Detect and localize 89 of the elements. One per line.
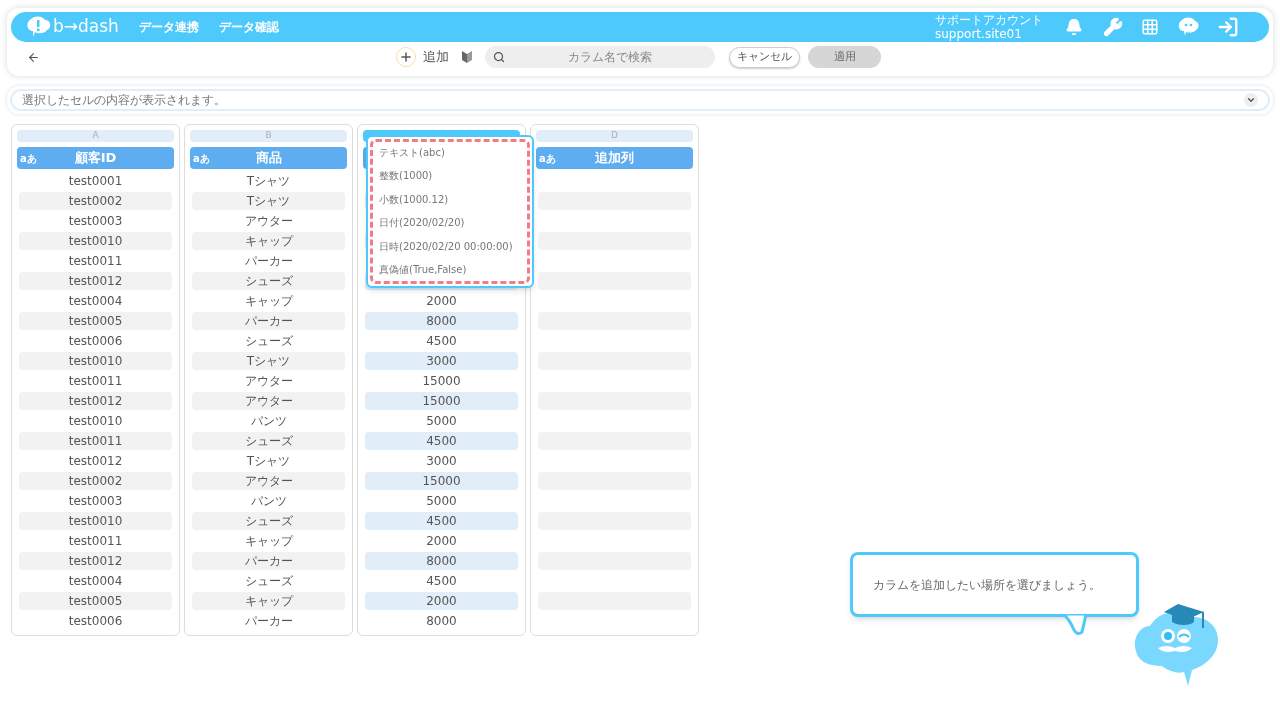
table-cell: シューズ xyxy=(192,432,345,450)
table-cell-text: Tシャツ xyxy=(245,453,292,470)
table-cell-text: 5000 xyxy=(425,493,458,510)
table-cell: 8000 xyxy=(365,552,518,570)
table-cell-text: 3000 xyxy=(425,453,458,470)
search-icon[interactable] xyxy=(493,51,505,63)
table-cell-text: 8000 xyxy=(425,613,458,630)
table-cell: 3000 xyxy=(365,352,518,370)
search-box[interactable]: カラム名で検索 xyxy=(485,46,715,68)
cell-display-field[interactable]: 選択したセルの内容が表示されます。 xyxy=(22,91,1244,109)
type-badge[interactable]: aあ xyxy=(193,150,210,166)
table-cell: test0011 xyxy=(19,432,172,450)
table-cell: パーカー xyxy=(192,552,345,570)
table-cell: test0012 xyxy=(19,392,172,410)
table-cell: アウター xyxy=(192,472,345,490)
table-cell-text: パーカー xyxy=(243,253,294,270)
type-option[interactable]: 日時(2020/02/20 00:00:00) xyxy=(379,239,521,254)
type-option[interactable]: 日付(2020/02/20) xyxy=(379,216,521,231)
table-cell-text: Tシャツ xyxy=(245,173,292,190)
table-cell-text: test0001 xyxy=(67,173,124,190)
table-cell: シューズ xyxy=(192,272,345,290)
table-cell-text: test0004 xyxy=(67,573,124,590)
table-cell-text: アウター xyxy=(243,213,294,230)
table-cell: test0005 xyxy=(19,312,172,330)
table-cell-text: test0003 xyxy=(67,213,124,230)
table-cell-text: シューズ xyxy=(243,333,294,350)
table-cell-text: test0006 xyxy=(67,333,124,350)
table-cell-text: 5000 xyxy=(425,413,458,430)
table-cell-text: test0004 xyxy=(67,293,124,310)
add-label[interactable]: 追加 xyxy=(423,47,449,67)
table-cell: test0012 xyxy=(19,552,172,570)
table-cell-text: キャップ xyxy=(243,533,295,550)
chevron-down-icon[interactable] xyxy=(1244,93,1258,107)
table-cell: Tシャツ xyxy=(192,192,345,210)
table-cell: test0010 xyxy=(19,232,172,250)
table-cell: キャップ xyxy=(192,592,345,610)
table-cell-text: 2000 xyxy=(425,533,458,550)
table-cell-text: パーカー xyxy=(243,613,294,630)
beginner-mark-icon[interactable] xyxy=(461,50,473,64)
back-icon[interactable] xyxy=(27,50,40,64)
type-option[interactable]: 真偽値(True,False) xyxy=(379,262,521,277)
search-field[interactable]: カラム名で検索 xyxy=(513,48,707,66)
table-cell-text: キャップ xyxy=(243,293,295,310)
type-badge[interactable]: aあ xyxy=(539,150,556,166)
table-cell: 8000 xyxy=(365,312,518,330)
cell-display-box[interactable]: 選択したセルの内容が表示されます。 xyxy=(10,89,1270,111)
table-cell-text: 2000 xyxy=(425,293,458,310)
table-cell-text: 4500 xyxy=(425,573,458,590)
table-cell: 2000 xyxy=(365,592,518,610)
table-cell-text: test0006 xyxy=(67,613,124,630)
table-cell: test0012 xyxy=(19,272,172,290)
table-cell-text: test0011 xyxy=(67,373,124,390)
table-cell-text: test0003 xyxy=(67,493,124,510)
table-cell-text: test0010 xyxy=(67,413,124,430)
table-cell: test0002 xyxy=(19,192,172,210)
table-cell-text: test0011 xyxy=(67,253,124,270)
column-title: 追加列 xyxy=(595,149,634,168)
table-cell: パーカー xyxy=(192,312,345,330)
type-option[interactable]: テキスト(abc) xyxy=(379,146,521,160)
table-cell-text: 15000 xyxy=(421,373,462,390)
table-cell-text: test0012 xyxy=(67,453,124,470)
table-cell: test0010 xyxy=(19,512,172,530)
table-cell: 15000 xyxy=(365,472,518,490)
table-cell: Tシャツ xyxy=(192,352,345,370)
table-cell-text: シューズ xyxy=(243,573,294,590)
table-cell: test0005 xyxy=(19,592,172,610)
table-cell: test0002 xyxy=(19,472,172,490)
table-cell-text: test0011 xyxy=(67,533,124,550)
type-option[interactable]: 小数(1000.12) xyxy=(379,192,521,207)
table-cell: 15000 xyxy=(365,392,518,410)
table-cell: キャップ xyxy=(192,232,345,250)
column-title: 顧客ID xyxy=(74,149,117,168)
account-id: support.site01 xyxy=(935,27,1023,41)
table-cell-text: パンツ xyxy=(249,493,288,510)
cancel-button[interactable]: キャンセル xyxy=(729,46,800,68)
type-option[interactable]: 整数(1000) xyxy=(379,169,521,184)
table-cell: アウター xyxy=(192,392,345,410)
table-cell: test0010 xyxy=(19,352,172,370)
hint-message: カラムを追加したい場所を選びましょう。 xyxy=(873,576,1101,594)
table-cell: 4500 xyxy=(365,432,518,450)
table-cell-text: 4500 xyxy=(425,333,458,350)
table-cell: シューズ xyxy=(192,512,345,530)
table-cell-text: パンツ xyxy=(249,413,288,430)
column-title: 商品 xyxy=(255,149,282,168)
table-cell: 4500 xyxy=(365,512,518,530)
type-badge[interactable]: aあ xyxy=(20,150,37,166)
logo-icon xyxy=(25,16,51,38)
table-cell-text: アウター xyxy=(243,373,294,390)
account-name: サポートアカウント xyxy=(935,13,1043,27)
